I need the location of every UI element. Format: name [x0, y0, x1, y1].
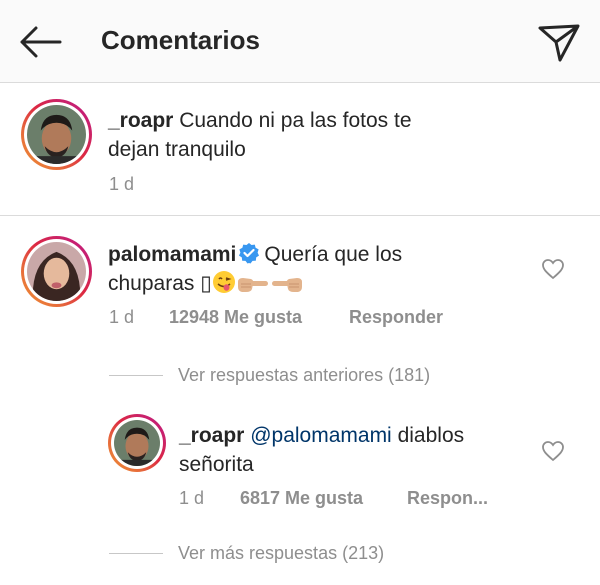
reply-like-heart-icon[interactable]	[541, 440, 565, 462]
caption-username[interactable]: _roapr	[108, 109, 173, 132]
reply-username[interactable]: _roapr	[179, 424, 244, 447]
caption-time: 1 d	[109, 174, 135, 194]
reply-mention[interactable]: @palomamami	[250, 424, 392, 447]
comment-text-line2: chuparas	[108, 272, 195, 295]
comment-text: palomamami Quería que los chuparas ▯	[108, 240, 528, 302]
reply-time: 1 d	[179, 488, 205, 508]
caption-avatar[interactable]	[21, 99, 92, 170]
caption-text: _roapr Cuando ni pa las fotos te dejan t…	[108, 106, 548, 164]
caption-text-line1: Cuando ni pa las fotos te	[179, 109, 412, 132]
back-arrow-icon[interactable]	[16, 22, 64, 62]
verified-badge-icon	[238, 242, 260, 264]
pointing-right-hand-icon	[236, 273, 270, 302]
header-bar: Comentarios	[0, 0, 600, 83]
reply-text-line1: diablos	[397, 424, 465, 447]
comment-reply-button[interactable]: Responder	[349, 307, 443, 328]
pointing-left-hand-icon	[270, 273, 304, 302]
caption-text-line2: dejan tranquilo	[108, 138, 246, 161]
view-previous-line	[109, 375, 163, 376]
reply-reply-button[interactable]: Respon...	[407, 488, 488, 509]
view-previous-replies[interactable]: Ver respuestas anteriores (181)	[178, 365, 430, 386]
reply-likes[interactable]: 6817 Me gusta	[240, 488, 363, 509]
like-heart-icon[interactable]	[541, 258, 565, 280]
reply-text-line2: señorita	[179, 453, 254, 476]
comment-username[interactable]: palomamami	[108, 243, 236, 266]
view-more-replies[interactable]: Ver más respuestas (213)	[178, 543, 384, 564]
view-more-line	[109, 553, 163, 554]
page-title: Comentarios	[101, 25, 260, 55]
tongue-face-emoji-icon	[212, 270, 236, 302]
missing-glyph: ▯	[200, 272, 212, 295]
comment-text-line1: Quería que los	[264, 243, 403, 266]
reply-text: _roapr @palomamami diablos señorita	[179, 421, 529, 479]
comment-meta: 1 d 12948 Me gusta Responder	[109, 307, 443, 328]
comment-time: 1 d	[109, 307, 135, 327]
comment-likes[interactable]: 12948 Me gusta	[169, 307, 302, 328]
reply-avatar[interactable]	[108, 414, 166, 472]
comment-avatar[interactable]	[21, 236, 92, 307]
reply-meta: 1 d 6817 Me gusta Respon...	[179, 488, 488, 509]
caption-divider	[0, 215, 600, 216]
direct-send-icon[interactable]	[536, 20, 582, 66]
